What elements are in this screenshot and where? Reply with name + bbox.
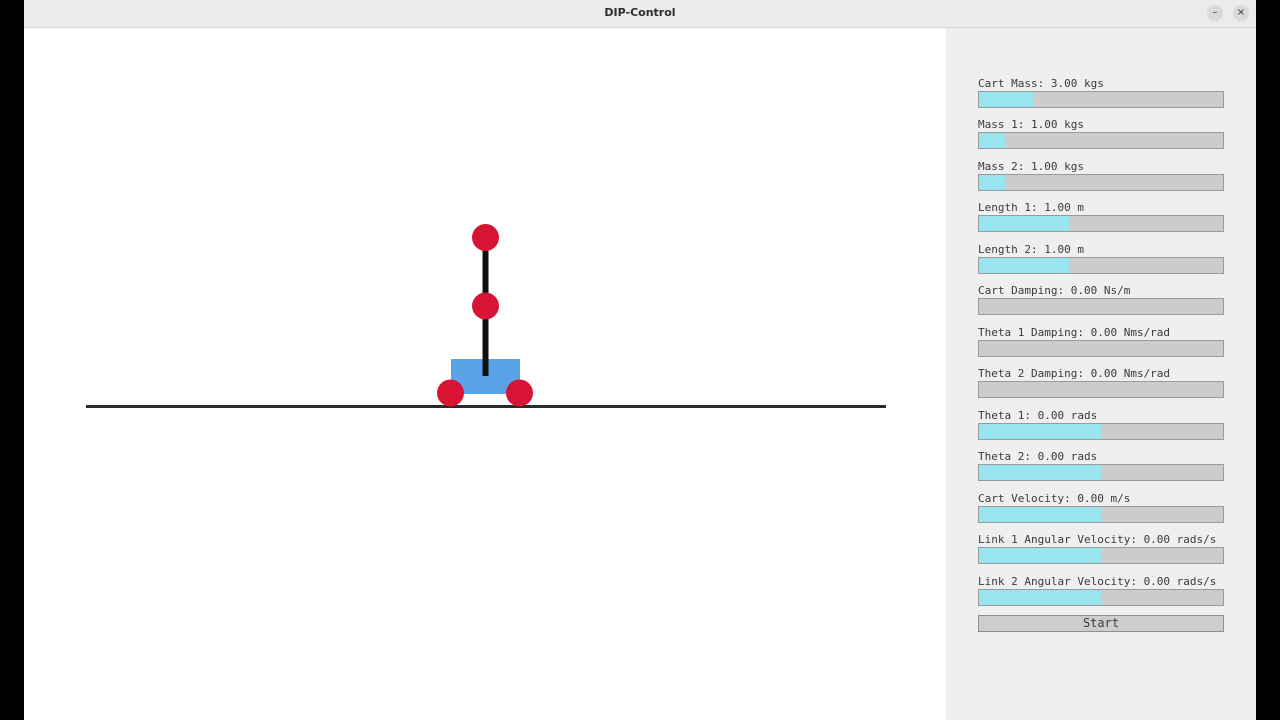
- slider-track[interactable]: [978, 381, 1224, 398]
- cart-wheel-right: [506, 379, 533, 407]
- slider-track[interactable]: [978, 340, 1224, 357]
- slider-track[interactable]: [978, 464, 1224, 481]
- slider-track[interactable]: [978, 506, 1224, 523]
- slider-label: Link 2 Angular Velocity: 0.00 rads/s: [978, 575, 1217, 588]
- slider-label: Theta 1: 0.00 rads: [978, 409, 1098, 422]
- slider-label: Theta 2 Damping: 0.00 Nms/rad: [978, 367, 1171, 380]
- theta-1-slider[interactable]: Theta 1: 0.00 rads: [978, 409, 1224, 441]
- slider-label: Theta 2: 0.00 rads: [978, 450, 1098, 463]
- slider-fill: [979, 216, 1070, 231]
- mass-2-slider[interactable]: Mass 2: 1.00 kgs: [978, 160, 1224, 192]
- slider-label: Link 1 Angular Velocity: 0.00 rads/s: [978, 533, 1217, 546]
- window-title: DIP-Control: [604, 6, 676, 19]
- cart-wheel-left: [437, 379, 464, 407]
- slider-track[interactable]: [978, 257, 1224, 274]
- slider-fill: [979, 258, 1070, 273]
- length-1-slider[interactable]: Length 1: 1.00 m: [978, 201, 1224, 233]
- mass-1-slider[interactable]: Mass 1: 1.00 kgs: [978, 118, 1224, 150]
- slider-fill: [979, 133, 1006, 148]
- title-bar[interactable]: DIP-Control – ×: [24, 0, 1256, 28]
- cart-velocity-slider[interactable]: Cart Velocity: 0.00 m/s: [978, 492, 1224, 524]
- theta-2-slider[interactable]: Theta 2: 0.00 rads: [978, 450, 1224, 482]
- slider-label: Cart Velocity: 0.00 m/s: [978, 492, 1131, 505]
- slider-fill: [979, 92, 1033, 107]
- slider-track[interactable]: [978, 91, 1224, 108]
- pendulum-mass-1: [472, 292, 499, 320]
- minimize-icon[interactable]: –: [1207, 5, 1223, 21]
- slider-track[interactable]: [978, 589, 1224, 606]
- slider-track[interactable]: [978, 298, 1224, 315]
- theta-2-damping-slider[interactable]: Theta 2 Damping: 0.00 Nms/rad: [978, 367, 1224, 399]
- slider-fill: [979, 424, 1101, 439]
- cart-damping-slider[interactable]: Cart Damping: 0.00 Ns/m: [978, 284, 1224, 316]
- slider-fill: [979, 507, 1101, 522]
- slider-label: Length 2: 1.00 m: [978, 243, 1084, 256]
- slider-fill: [979, 175, 1006, 190]
- slider-fill: [979, 465, 1101, 480]
- control-panel: Cart Mass: 3.00 kgs Mass 1: 1.00 kgs Mas…: [946, 28, 1256, 720]
- slider-label: Cart Mass: 3.00 kgs: [978, 77, 1104, 90]
- start-button[interactable]: Start: [978, 615, 1224, 632]
- slider-track[interactable]: [978, 423, 1224, 440]
- slider-label: Mass 2: 1.00 kgs: [978, 160, 1084, 173]
- simulation-canvas: [24, 28, 946, 720]
- slider-fill: [979, 548, 1101, 563]
- slider-label: Mass 1: 1.00 kgs: [978, 118, 1084, 131]
- slider-track[interactable]: [978, 132, 1224, 149]
- link-2-angular-velocity-slider[interactable]: Link 2 Angular Velocity: 0.00 rads/s: [978, 575, 1224, 607]
- theta-1-damping-slider[interactable]: Theta 1 Damping: 0.00 Nms/rad: [978, 326, 1224, 358]
- slider-track[interactable]: [978, 215, 1224, 232]
- slider-track[interactable]: [978, 547, 1224, 564]
- pendulum-scene: [86, 224, 886, 408]
- slider-fill: [979, 590, 1101, 605]
- slider-label: Length 1: 1.00 m: [978, 201, 1084, 214]
- slider-label: Theta 1 Damping: 0.00 Nms/rad: [978, 326, 1171, 339]
- slider-label: Cart Damping: 0.00 Ns/m: [978, 284, 1131, 297]
- app-window: DIP-Control – × Cart Mass: 3.00 kgs Mass…: [24, 0, 1256, 720]
- length-2-slider[interactable]: Length 2: 1.00 m: [978, 243, 1224, 275]
- link-1-angular-velocity-slider[interactable]: Link 1 Angular Velocity: 0.00 rads/s: [978, 533, 1224, 565]
- pendulum-mass-2: [472, 224, 499, 251]
- close-icon[interactable]: ×: [1233, 5, 1249, 21]
- slider-track[interactable]: [978, 174, 1224, 191]
- cart-mass-slider[interactable]: Cart Mass: 3.00 kgs: [978, 77, 1224, 109]
